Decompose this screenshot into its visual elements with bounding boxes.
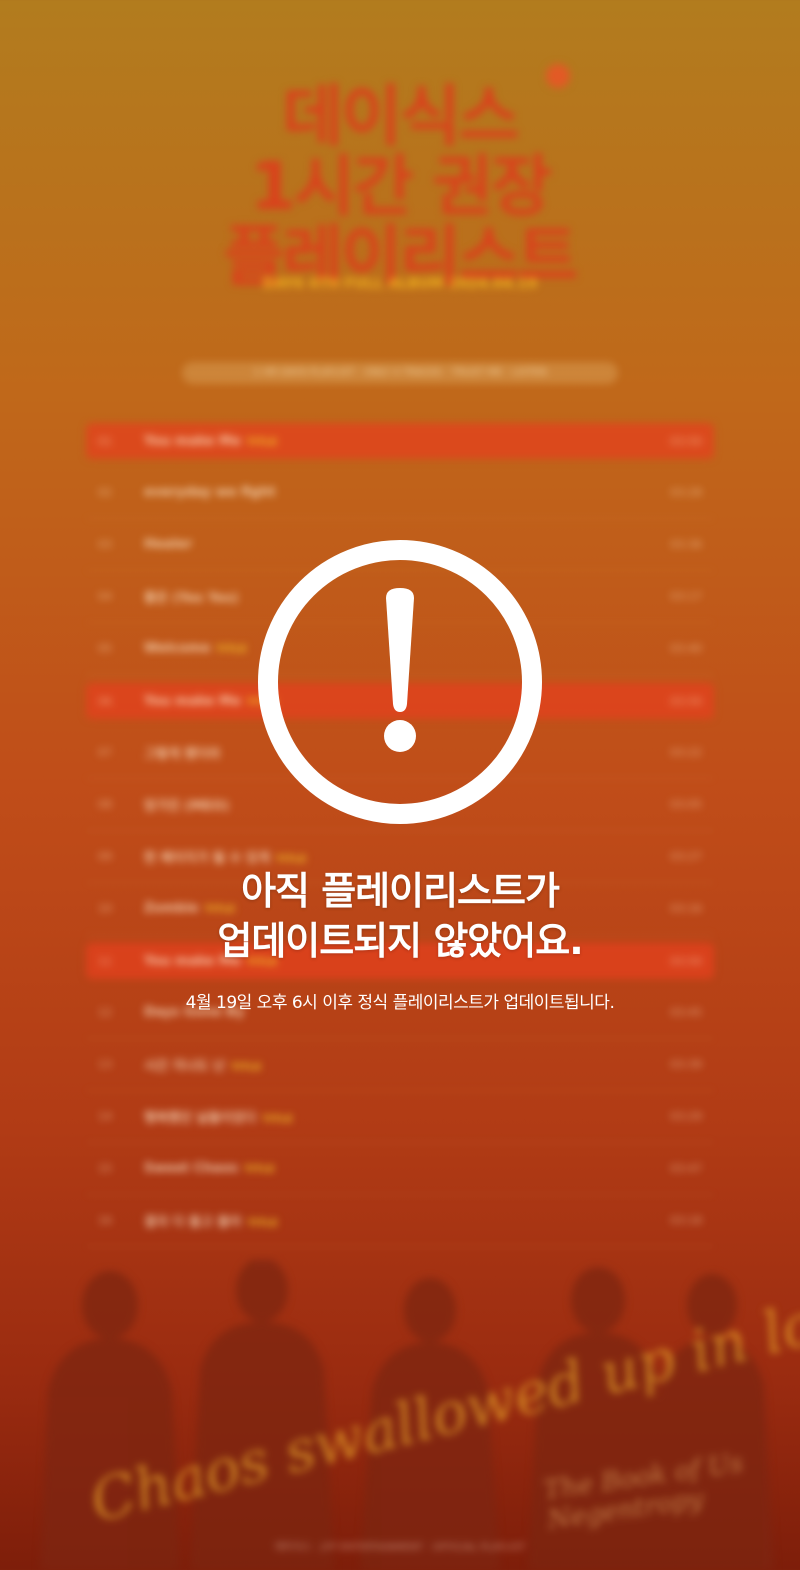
notice-subtitle: 4월 19일 오후 6시 이후 정식 플레이리스트가 업데이트됩니다. (185, 993, 615, 1013)
notice-title-line: 아직 플레이리스트가 (241, 869, 560, 913)
notice-overlay: 아직 플레이리스트가 업데이트되지 않았어요. 4월 19일 오후 6시 이후 … (0, 0, 800, 1570)
exclamation-icon (258, 540, 542, 824)
notice-title-line: 업데이트되지 않았어요. (217, 919, 583, 963)
notice-title: 아직 플레이리스트가 업데이트되지 않았어요. (0, 866, 800, 966)
